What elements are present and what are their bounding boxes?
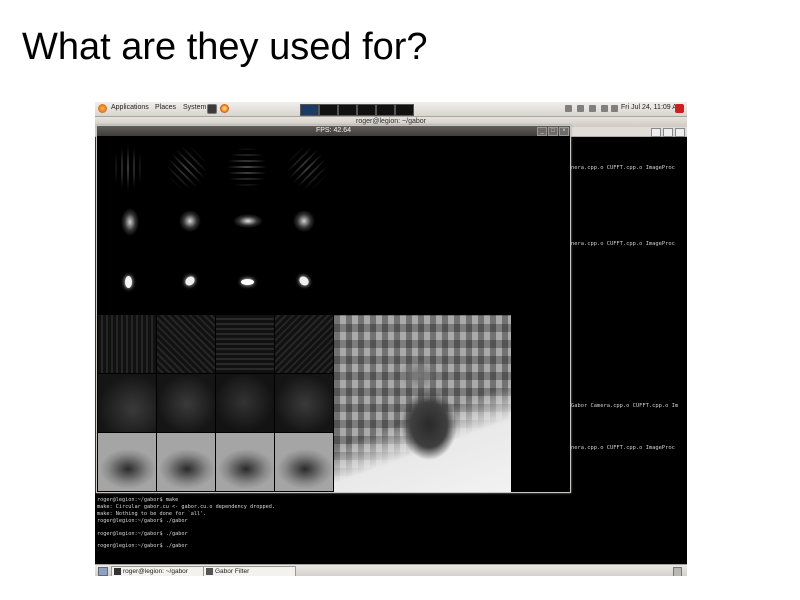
terminal-icon (114, 568, 121, 575)
distro-logo-icon (98, 104, 107, 113)
gabor-kernel-diagonal (174, 205, 206, 237)
gabor-kernel-vertical (111, 146, 145, 190)
terminal-output-line: roger@legion:~/gabor$ ./gabor (97, 543, 188, 549)
taskbar-terminal[interactable]: roger@legion: ~/gabor (111, 566, 212, 576)
taskbar-gabor-label: Gabor Filter (215, 568, 250, 575)
top-panel: Applications Places System Fri Jul 24, 1… (95, 102, 687, 117)
filter-response-tile (275, 433, 333, 491)
filter-response-tile (216, 433, 274, 491)
volume-icon[interactable] (611, 105, 618, 112)
gabor-kernel-antidiagonal (288, 205, 320, 237)
taskbar-gabor-filter[interactable]: Gabor Filter (203, 566, 296, 576)
trash-icon[interactable] (673, 567, 682, 576)
gabor-kernel-vertical (121, 208, 139, 236)
filter-response-tile (98, 315, 156, 373)
panel-clock[interactable]: Fri Jul 24, 11:09 AM (621, 104, 683, 111)
terminal-output-line: roger@legion:~/gabor$ make (97, 497, 179, 503)
workspace-switcher-2[interactable] (319, 104, 338, 116)
terminal-output-line: roger@legion:~/gabor$ ./gabor (97, 518, 188, 524)
workspace-switcher-6[interactable] (395, 104, 414, 116)
terminal-minimize-button[interactable] (651, 128, 661, 137)
bottom-panel: roger@legion: ~/gabor Gabor Filter (95, 564, 687, 576)
show-desktop-icon[interactable] (98, 567, 108, 576)
filter-response-tile (275, 315, 333, 373)
filter-response-tile (98, 433, 156, 491)
gabor-filter-window[interactable]: FPS: 42.64 _ □ × (96, 125, 571, 493)
filter-response-tile (98, 374, 156, 432)
gabor-close-button[interactable]: × (559, 127, 569, 136)
power-icon[interactable] (675, 104, 684, 113)
terminal-maximize-button[interactable] (663, 128, 673, 137)
desktop-screenshot: Applications Places System Fri Jul 24, 1… (95, 102, 687, 576)
workspace-switcher-4[interactable] (357, 104, 376, 116)
gabor-kernel-antidiagonal (287, 146, 327, 190)
workspace-switcher-5[interactable] (376, 104, 395, 116)
menu-applications[interactable]: Applications (111, 104, 149, 111)
gabor-kernel-antidiagonal (297, 274, 311, 288)
workspace-switcher-1[interactable] (300, 104, 319, 116)
gabor-kernel-diagonal (167, 146, 207, 190)
terminal-output-line: make: Circular gabor.cu <- gabor.cu.o de… (97, 504, 276, 510)
gabor-minimize-button[interactable]: _ (537, 127, 547, 136)
terminal-output-line: roger@legion:~/gabor$ ./gabor (97, 531, 188, 537)
filter-response-tile (157, 433, 215, 491)
terminal-launcher-icon[interactable] (207, 104, 217, 114)
filter-response-tile (275, 374, 333, 432)
gabor-output-canvas (97, 136, 570, 492)
gabor-kernel-horizontal (233, 214, 263, 228)
menu-system[interactable]: System (183, 104, 206, 111)
filter-response-tile (216, 374, 274, 432)
camera-input-frame (334, 315, 511, 492)
filter-response-tile (157, 315, 215, 373)
display-icon[interactable] (577, 105, 584, 112)
mail-icon[interactable] (601, 105, 608, 112)
filter-response-tile (216, 315, 274, 373)
gabor-kernel-diagonal (183, 274, 197, 288)
taskbar-terminal-label: roger@legion: ~/gabor (123, 568, 188, 575)
workspace-switcher-3[interactable] (338, 104, 357, 116)
build-output-line: nera.cpp.o CUFFT.cpp.o ImageProc (571, 241, 675, 247)
network-icon[interactable] (565, 105, 572, 112)
window-icon (206, 568, 213, 575)
battery-icon[interactable] (589, 105, 596, 112)
gabor-kernel-vertical (125, 276, 132, 288)
gabor-kernel-horizontal (227, 146, 267, 190)
terminal-output-line: make: Nothing to be done for `all'. (97, 511, 207, 517)
terminal-close-button[interactable] (675, 128, 685, 137)
build-output-line: nera.cpp.o CUFFT.cpp.o ImageProc (571, 165, 675, 171)
build-output-line: Gabor Camera.cpp.o CUFFT.cpp.o Im (571, 403, 679, 409)
menu-places[interactable]: Places (155, 104, 176, 111)
browser-launcher-icon[interactable] (220, 104, 229, 113)
filter-response-tile (157, 374, 215, 432)
gabor-window-title: FPS: 42.64 (97, 126, 570, 136)
gabor-kernel-horizontal (241, 279, 254, 285)
build-output-line: nera.cpp.o CUFFT.cpp.o ImageProc (571, 445, 675, 451)
slide-title: What are they used for? (22, 26, 428, 68)
gabor-maximize-button[interactable]: □ (548, 127, 558, 136)
